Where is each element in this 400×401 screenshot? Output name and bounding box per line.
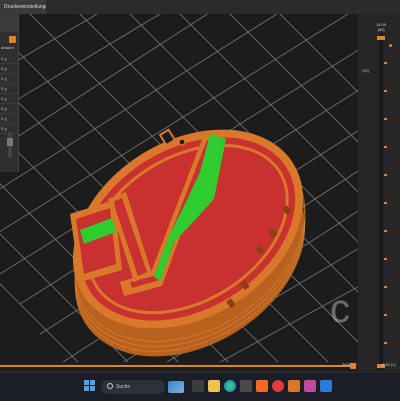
sliced-model bbox=[70, 128, 306, 357]
layer-top-index: (84) bbox=[377, 27, 385, 32]
list-item: 0 g bbox=[0, 64, 18, 74]
tab-printer-settings[interactable]: Druckereinstellungen bbox=[0, 0, 46, 14]
windows-start-icon[interactable] bbox=[84, 380, 96, 392]
tick-mark bbox=[384, 90, 387, 92]
move-slider[interactable]: 3631.00 bbox=[0, 362, 358, 370]
left-settings-panel: ansicht 0 g 0 g 0 g 0 g 0 g 0 g 0 g 0 g bbox=[0, 14, 19, 172]
layer-bottom-readout: 0.20 (1) bbox=[382, 362, 396, 367]
list-item: 0 g bbox=[0, 54, 18, 64]
tick-mark bbox=[384, 342, 387, 344]
layer-top-readout: 14.00 (84) bbox=[374, 22, 388, 32]
filament-usage-list: 0 g 0 g 0 g 0 g 0 g 0 g 0 g 0 g bbox=[0, 54, 18, 134]
list-item: 0 g bbox=[0, 114, 18, 124]
tick-mark bbox=[384, 118, 387, 120]
file-explorer-icon[interactable] bbox=[208, 380, 220, 392]
list-item: 0 g bbox=[0, 94, 18, 104]
taskbar-search[interactable]: Suche bbox=[101, 380, 165, 394]
tick-mark bbox=[384, 286, 387, 288]
search-icon bbox=[107, 383, 113, 389]
layer-bottom-value: 0.20 bbox=[382, 362, 390, 367]
scroll-handle-icon[interactable] bbox=[5, 132, 15, 158]
layer-top-handle[interactable] bbox=[377, 36, 385, 40]
layer-slider[interactable]: 14.00 (84) (69) 0.20 (1) bbox=[358, 14, 400, 370]
tick-mark bbox=[384, 202, 387, 204]
tick-mark bbox=[384, 174, 387, 176]
media-app-icon[interactable] bbox=[272, 380, 284, 392]
list-item: 0 g bbox=[0, 104, 18, 114]
slicer-app-icon[interactable] bbox=[288, 380, 300, 392]
tick-mark bbox=[384, 258, 387, 260]
bed-logo-mark: c bbox=[330, 287, 350, 331]
tick-mark bbox=[384, 146, 387, 148]
preview-canvas: c bbox=[0, 14, 358, 370]
search-highlight-icon bbox=[168, 381, 184, 393]
layer-slider-track[interactable] bbox=[379, 34, 383, 370]
layer-bottom-index: (1) bbox=[390, 362, 396, 367]
title-bar: Druckereinstellungen bbox=[0, 0, 400, 15]
panel-label: ansicht bbox=[1, 45, 14, 50]
3d-viewport[interactable]: c bbox=[0, 14, 358, 370]
taskbar: Suche bbox=[0, 372, 400, 401]
app-icon[interactable] bbox=[240, 380, 252, 392]
slicer-app: Druckereinstellungen bbox=[0, 0, 400, 401]
tick-mark bbox=[384, 62, 387, 64]
task-view-icon[interactable] bbox=[192, 380, 204, 392]
edge-browser-icon[interactable] bbox=[224, 380, 236, 392]
layer-marker-icon bbox=[389, 44, 392, 47]
app-icon[interactable] bbox=[320, 380, 332, 392]
tick-mark bbox=[384, 314, 387, 316]
move-slider-track[interactable] bbox=[0, 365, 350, 367]
move-slider-handle[interactable] bbox=[350, 363, 356, 369]
layer-side-label: (69) bbox=[362, 68, 370, 73]
app-icon[interactable] bbox=[256, 380, 268, 392]
list-item: 0 g bbox=[0, 84, 18, 94]
panel-header bbox=[0, 14, 18, 32]
list-item: 0 g bbox=[0, 74, 18, 84]
color-swatch[interactable] bbox=[9, 36, 16, 43]
tick-mark bbox=[384, 230, 387, 232]
search-input[interactable]: Suche bbox=[116, 380, 130, 394]
app-icon[interactable] bbox=[304, 380, 316, 392]
